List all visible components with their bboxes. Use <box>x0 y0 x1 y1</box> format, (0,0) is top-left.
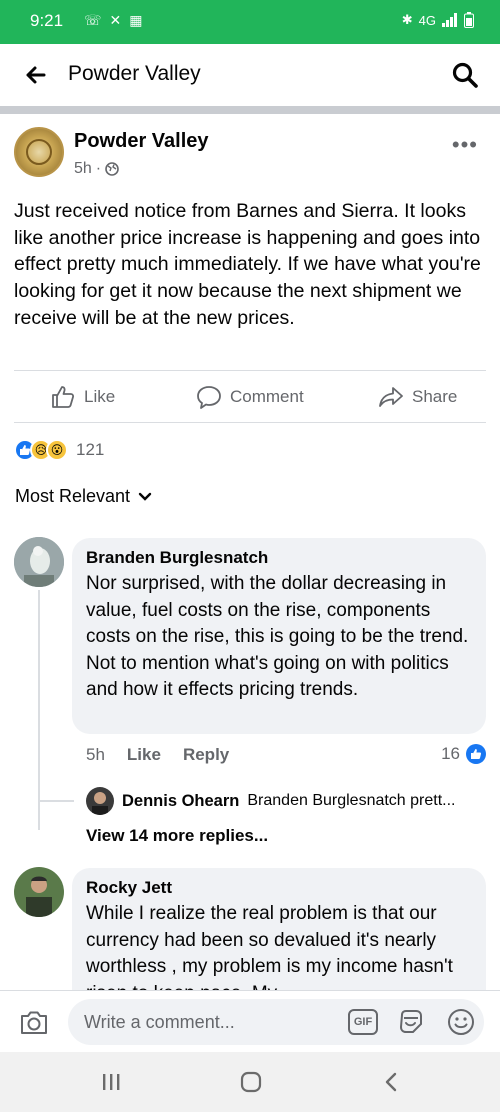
emoji-icon[interactable] <box>446 1007 476 1037</box>
thread-line <box>38 590 40 830</box>
comment-like-button[interactable]: Like <box>127 745 161 765</box>
post-header: Powder Valley 5h · ••• <box>0 114 500 194</box>
gif-icon[interactable]: GIF <box>348 1009 378 1035</box>
comment-time: 5h <box>86 745 105 764</box>
share-icon <box>379 387 403 407</box>
home-icon[interactable] <box>236 1070 266 1094</box>
avatar <box>86 787 114 815</box>
share-label: Share <box>412 387 458 406</box>
system-navigation-bar <box>0 1052 500 1112</box>
comment-placeholder: Write a comment... <box>84 1012 235 1032</box>
thumbs-up-icon <box>52 386 75 408</box>
battery-icon <box>464 12 474 28</box>
signal-icon <box>442 13 457 27</box>
comment-input[interactable]: Write a comment... GIF <box>68 999 484 1045</box>
divider <box>14 370 486 371</box>
status-bar: 9:21 ☏ ✕ ▦ ✱ 4G <box>0 0 500 44</box>
comment-reply-button[interactable]: Reply <box>183 745 229 765</box>
post-meta: 5h · <box>74 160 119 178</box>
page-title: Powder Valley <box>68 62 201 85</box>
back-arrow-icon[interactable] <box>20 60 50 90</box>
reaction-count: 121 <box>76 440 105 459</box>
app-icon: ▦ <box>129 12 143 28</box>
camera-icon[interactable] <box>18 1007 50 1037</box>
post-text: Just received notice from Barnes and Sie… <box>14 200 481 329</box>
view-more-replies-link[interactable]: View 14 more replies... <box>86 826 268 846</box>
chevron-down-icon <box>138 492 152 501</box>
comment-composer: Write a comment... GIF <box>0 990 500 1052</box>
status-time: 9:21 <box>30 11 64 30</box>
post-actions: Like Comment Share <box>0 372 500 422</box>
thread-branch <box>38 800 74 802</box>
comment-likes[interactable]: 16 <box>441 744 486 764</box>
reply-text: Branden Burglesnatch prett... <box>247 792 456 809</box>
meta-separator: · <box>95 160 102 177</box>
globe-icon <box>105 162 119 176</box>
comment-bubble: Rocky Jett While I realize the real prob… <box>72 868 486 1008</box>
like-reaction-icon <box>466 744 486 764</box>
network-label: 4G <box>418 12 436 28</box>
system-icons: ✱ 4G <box>402 12 474 28</box>
comment-icon <box>197 386 221 409</box>
avatar[interactable] <box>14 867 64 917</box>
post-author[interactable]: Powder Valley <box>74 130 209 153</box>
more-options-icon[interactable]: ••• <box>452 132 478 158</box>
app-bar: Powder Valley <box>0 44 500 106</box>
call-icon: ☏ <box>84 12 102 28</box>
comment-meta: 5h Like Reply <box>86 745 229 765</box>
notification-icons: ☏ ✕ ▦ <box>84 12 142 29</box>
bluetooth-icon: ✱ <box>401 12 413 27</box>
reply-author: Dennis Ohearn <box>122 791 240 810</box>
reactions-summary[interactable]: 😥 😮 121 <box>14 436 104 464</box>
back-nav-icon[interactable] <box>376 1070 406 1094</box>
comment-label: Comment <box>230 387 304 406</box>
avatar[interactable] <box>14 537 64 587</box>
sticker-icon[interactable] <box>396 1007 426 1037</box>
comment-text: Nor surprised, with the dollar decreasin… <box>86 573 469 701</box>
post-time[interactable]: 5h <box>74 160 92 178</box>
divider <box>14 422 486 423</box>
sort-label: Most Relevant <box>15 486 131 506</box>
search-icon[interactable] <box>450 60 480 90</box>
recent-apps-icon[interactable] <box>96 1070 126 1094</box>
comment-sort-dropdown[interactable]: Most Relevant <box>15 486 152 507</box>
like-label: Like <box>84 387 116 406</box>
comment-button[interactable]: Comment <box>196 384 304 410</box>
wow-reaction-icon: 😮 <box>46 439 68 461</box>
comment-bubble: Branden Burglesnatch Nor surprised, with… <box>72 538 486 734</box>
section-divider <box>0 106 500 114</box>
comment-author[interactable]: Rocky Jett <box>86 878 172 898</box>
comment-like-count: 16 <box>441 744 460 763</box>
page-avatar[interactable] <box>14 127 64 177</box>
like-button[interactable]: Like <box>50 384 115 410</box>
missed-call-icon: ✕ <box>109 12 122 28</box>
comment-author[interactable]: Branden Burglesnatch <box>86 548 268 568</box>
reply-preview[interactable]: Dennis Ohearn Branden Burglesnatch prett… <box>86 786 486 816</box>
share-button[interactable]: Share <box>378 384 457 410</box>
